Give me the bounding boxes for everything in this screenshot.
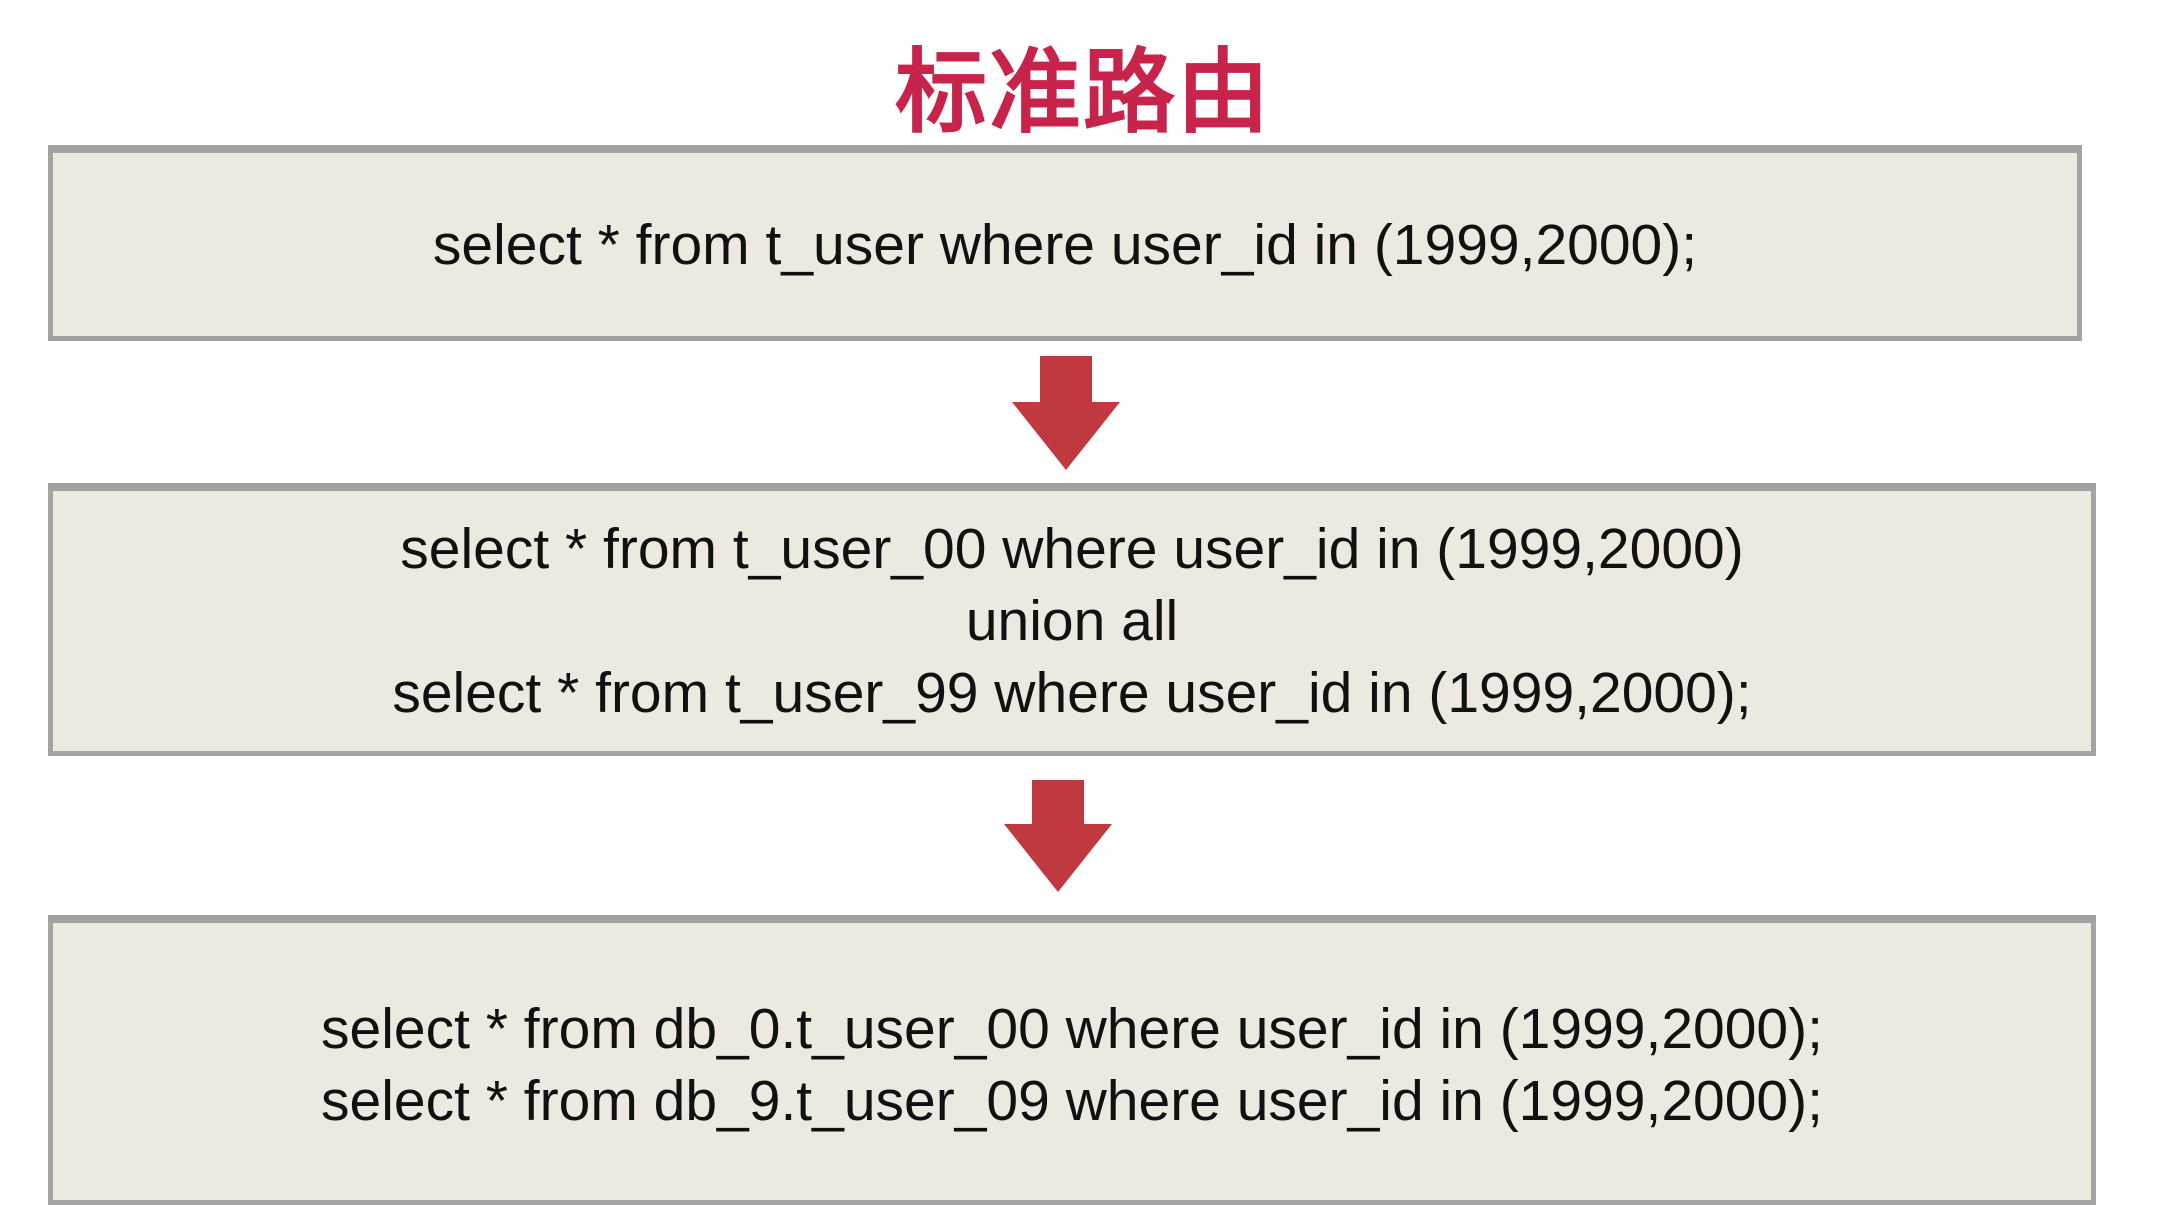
sql-line: union all xyxy=(965,589,1179,653)
actual-sql-box: select * from db_0.t_user_00 where user_… xyxy=(48,915,2096,1205)
down-arrow-icon xyxy=(1012,356,1120,470)
sql-line: select * from t_user_00 where user_id in… xyxy=(400,517,1744,581)
page-title: 标准路由 xyxy=(894,39,1271,146)
sql-line: select * from t_user where user_id in (1… xyxy=(432,212,1698,277)
sql-line: select * from db_0.t_user_00 where user_… xyxy=(321,997,1823,1061)
down-arrow-icon xyxy=(1004,780,1112,892)
sql-line: select * from db_9.t_user_09 where user_… xyxy=(321,1069,1823,1133)
logical-sql-box: select * from t_user where user_id in (1… xyxy=(48,145,2082,341)
sql-line: select * from t_user_99 where user_id in… xyxy=(392,661,1752,725)
rewritten-sql-box: select * from t_user_00 where user_id in… xyxy=(48,483,2096,756)
